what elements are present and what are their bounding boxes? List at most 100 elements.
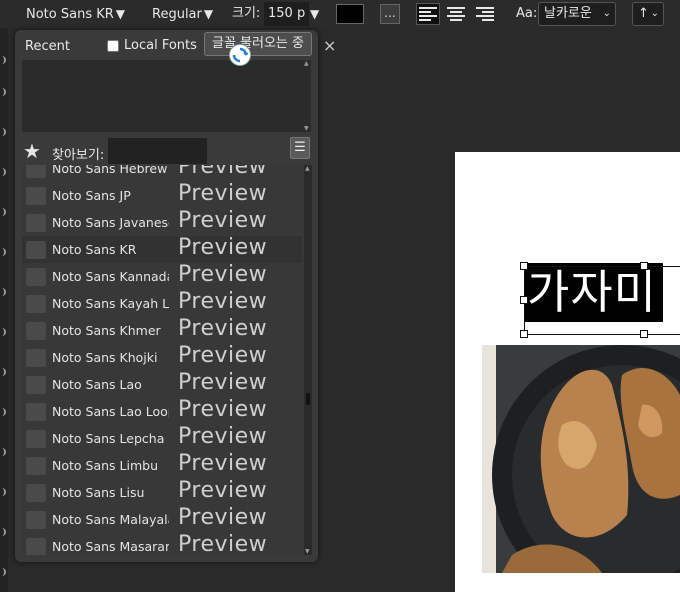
more-options-button[interactable]: ... [380, 4, 400, 24]
font-list-item[interactable]: Noto Sans Limbu Preview [22, 451, 302, 479]
fish-photo[interactable] [482, 345, 680, 573]
font-preview: Preview [178, 343, 268, 368]
font-size-value: 150 p [268, 6, 306, 21]
chevron-down-icon: ⌄ [602, 8, 611, 19]
font-thumbnail [26, 295, 46, 313]
scroll-up-icon[interactable]: ▲ [304, 60, 309, 67]
font-style-dropdown[interactable]: Regular ▼ [152, 0, 213, 28]
close-icon[interactable]: × [323, 36, 336, 55]
font-thumbnail [26, 349, 46, 367]
font-list-item[interactable]: Noto Sans JP Preview [22, 181, 302, 209]
local-fonts-checkbox[interactable] [107, 39, 119, 52]
font-thumbnail [26, 376, 46, 394]
resize-handle[interactable] [640, 262, 648, 270]
text-color-swatch[interactable] [336, 4, 364, 24]
resize-handle[interactable] [520, 296, 528, 304]
search-input[interactable] [108, 138, 207, 164]
search-label: 찾아보기: [52, 148, 105, 163]
font-name: Noto Sans Javanese [52, 215, 169, 230]
font-list-scrollbar[interactable]: ▲ ▼ [304, 165, 312, 555]
font-name: Noto Sans Kannada [52, 269, 169, 284]
font-thumbnail [26, 430, 46, 448]
antialias-label: Aa: [516, 6, 538, 21]
font-name: Noto Sans Khmer [52, 323, 161, 338]
font-name: Noto Sans Lepcha [52, 431, 165, 446]
scroll-down-icon[interactable]: ▼ [305, 548, 310, 555]
font-name: Noto Sans KR [52, 242, 137, 257]
font-list-item[interactable]: Noto Sans Masaram Gondi Preview [22, 532, 302, 555]
selection-border [524, 266, 680, 267]
text-direction-select[interactable]: ↑ ⌄ [632, 2, 664, 26]
text-direction-value: ↑ [638, 6, 649, 21]
font-list-item[interactable]: Noto Sans Khojki Preview [22, 343, 302, 371]
star-icon[interactable]: ★ [23, 139, 41, 163]
font-picker-panel: Recent Local Fonts 글꼴 불러오는 중 ▲ ▼ ★ 찾아보기:… [15, 30, 318, 562]
font-thumbnail [26, 538, 46, 555]
loading-spinner-icon [229, 44, 251, 66]
font-name: Noto Sans Kayah Li [52, 296, 169, 311]
font-name: Noto Sans Lisu [52, 485, 145, 500]
font-family-value: Noto Sans KR [26, 7, 114, 22]
font-thumbnail [26, 457, 46, 475]
font-list-item[interactable]: Noto Sans Lisu Preview [22, 478, 302, 506]
font-list-item[interactable]: Noto Sans Hebrew Preview [22, 165, 302, 182]
recent-label: Recent [25, 39, 70, 54]
recent-fonts-list[interactable]: ▲ ▼ [22, 60, 311, 132]
top-toolbar: Noto Sans KR ▼ Regular ▼ 크기: 150 p ▼ ... A… [0, 0, 680, 28]
font-list[interactable]: Noto Sans Hebrew Preview Noto Sans JP Previ… [22, 165, 311, 555]
font-size-input[interactable]: 150 p [264, 2, 310, 26]
font-family-dropdown[interactable]: Noto Sans KR ▼ [26, 0, 125, 28]
font-list-item[interactable]: Noto Sans Malayalam Preview [22, 505, 302, 533]
font-preview: Preview [178, 316, 268, 341]
font-thumbnail [26, 511, 46, 529]
font-list-item[interactable]: Noto Sans Khmer Preview [22, 316, 302, 344]
font-preview: Preview [178, 451, 268, 476]
resize-handle[interactable] [640, 330, 648, 338]
align-center-button[interactable] [445, 4, 467, 24]
font-thumbnail [26, 214, 46, 232]
chevron-down-icon: ▼ [115, 7, 126, 21]
font-list-item[interactable]: Noto Sans Javanese Preview [22, 208, 302, 236]
font-preview: Preview [178, 235, 268, 260]
local-fonts-toggle[interactable]: Local Fonts [107, 38, 197, 53]
align-right-button[interactable] [474, 4, 496, 24]
font-thumbnail [26, 241, 46, 259]
text-layer[interactable]: 가자미 [525, 263, 663, 322]
local-fonts-label: Local Fonts [124, 38, 197, 53]
antialias-select[interactable]: 날카로운 ⌄ [538, 2, 616, 26]
scroll-up-icon[interactable]: ▲ [305, 165, 310, 172]
load-fonts-button[interactable]: 글꼴 불러오는 중 [204, 32, 312, 56]
align-left-button[interactable] [416, 3, 440, 25]
chevron-down-icon: ▼ [310, 7, 320, 21]
font-preview: Preview [178, 165, 268, 179]
font-list-item[interactable]: Noto Sans Lao Preview [22, 370, 302, 398]
font-size-dropdown[interactable]: ▼ [308, 0, 319, 28]
antialias-value: 날카로운 [544, 6, 592, 21]
font-name: Noto Sans Malayalam [52, 512, 169, 527]
font-list-item[interactable]: Noto Sans Lepcha Preview [22, 424, 302, 452]
font-preview: Preview [178, 370, 268, 395]
resize-handle[interactable] [520, 330, 528, 338]
scrollbar-thumb[interactable] [306, 393, 310, 405]
font-list-item[interactable]: Noto Sans Kayah Li Preview [22, 289, 302, 317]
recent-scrollbar[interactable]: ▲ ▼ [303, 60, 311, 132]
menu-icon[interactable]: ☰ [290, 137, 310, 159]
font-list-item[interactable]: Noto Sans Lao Looped Preview [22, 397, 302, 425]
font-name: Noto Sans Masaram Gondi [52, 539, 169, 554]
font-thumbnail [26, 268, 46, 286]
chevron-down-icon: ▼ [203, 7, 214, 21]
font-list-item[interactable]: Noto Sans KR Preview [22, 235, 302, 263]
font-name: Noto Sans Lao Looped [52, 404, 169, 419]
font-preview: Preview [178, 424, 268, 449]
font-preview: Preview [178, 181, 268, 206]
resize-handle[interactable] [520, 262, 528, 270]
font-name: Noto Sans Limbu [52, 458, 158, 473]
font-name: Noto Sans JP [52, 188, 131, 203]
font-preview: Preview [178, 289, 268, 314]
font-preview: Preview [178, 208, 268, 233]
scroll-down-icon[interactable]: ▼ [304, 125, 309, 132]
font-list-item[interactable]: Noto Sans Kannada Preview [22, 262, 302, 290]
font-preview: Preview [178, 262, 268, 287]
font-style-value: Regular [152, 7, 202, 22]
font-thumbnail [26, 484, 46, 502]
